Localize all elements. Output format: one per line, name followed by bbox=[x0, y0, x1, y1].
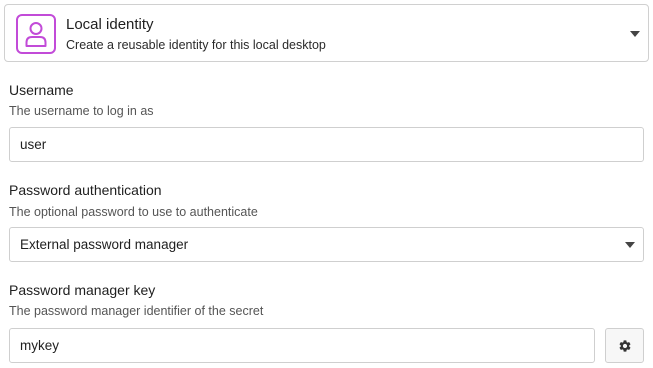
password-manager-key-description: The password manager identifier of the s… bbox=[9, 304, 264, 318]
password-manager-key-value: mykey bbox=[20, 338, 60, 353]
username-description: The username to log in as bbox=[9, 104, 154, 118]
username-input[interactable]: user bbox=[9, 127, 644, 162]
password-auth-select[interactable]: External password manager bbox=[9, 227, 644, 262]
password-auth-description: The optional password to use to authenti… bbox=[9, 205, 258, 219]
password-manager-key-label: Password manager key bbox=[9, 282, 156, 298]
chevron-down-icon bbox=[630, 31, 640, 37]
identity-subtitle: Create a reusable identity for this loca… bbox=[66, 38, 326, 52]
password-auth-label: Password authentication bbox=[9, 182, 162, 198]
password-auth-selected: External password manager bbox=[20, 237, 189, 252]
password-manager-key-input[interactable]: mykey bbox=[9, 328, 595, 363]
gear-icon bbox=[619, 340, 631, 352]
identity-title: Local identity bbox=[66, 16, 154, 33]
identity-selector[interactable]: Local identity Create a reusable identit… bbox=[4, 4, 649, 62]
user-icon bbox=[16, 14, 56, 54]
username-label: Username bbox=[9, 82, 74, 98]
chevron-down-icon bbox=[625, 242, 635, 248]
username-value: user bbox=[20, 137, 47, 152]
password-manager-settings-button[interactable] bbox=[605, 328, 644, 363]
